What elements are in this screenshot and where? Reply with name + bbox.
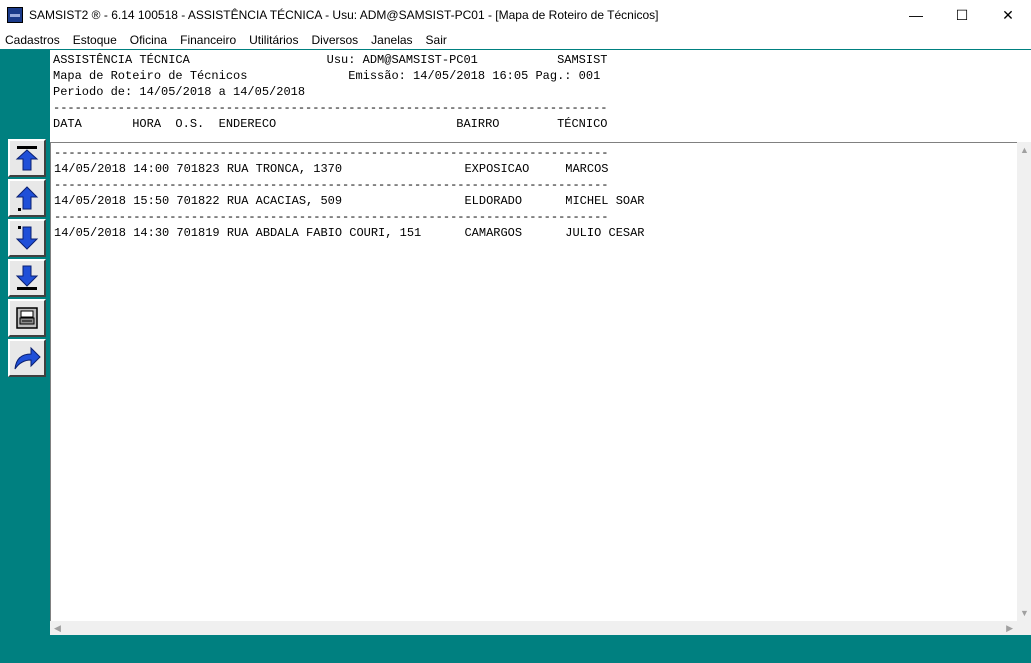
previous-page-button[interactable] [8, 179, 46, 217]
exit-icon [14, 346, 41, 370]
report-header-line2: Mapa de Roteiro de Técnicos Emissão: 14/… [53, 69, 601, 83]
scroll-up-icon[interactable]: ▲ [1020, 145, 1029, 155]
title-bar: SAMSIST2 ® - 6.14 100518 - ASSISTÊNCIA T… [0, 0, 1031, 30]
next-page-button[interactable] [8, 219, 46, 257]
status-bar [0, 636, 1031, 663]
next-page-icon [15, 226, 39, 250]
horizontal-scrollbar[interactable]: ◀ ▶ [50, 621, 1017, 635]
maximize-button[interactable]: ☐ [939, 0, 985, 30]
app-icon [7, 7, 23, 23]
scroll-down-icon[interactable]: ▼ [1020, 608, 1029, 618]
menu-diversos[interactable]: Diversos [305, 33, 365, 47]
report-period: Periodo de: 14/05/2018 a 14/05/2018 [53, 85, 306, 99]
menu-cadastros[interactable]: Cadastros [0, 33, 67, 47]
navigation-toolbar [8, 139, 46, 379]
table-row: 14/05/2018 14:30 701819 RUA ABDALA FABIO… [54, 226, 645, 240]
menu-utilitarios[interactable]: Utilitários [243, 33, 305, 47]
first-page-icon [15, 146, 39, 171]
previous-page-icon [15, 186, 39, 211]
minimize-button[interactable]: — [893, 0, 939, 30]
window-title: SAMSIST2 ® - 6.14 100518 - ASSISTÊNCIA T… [29, 8, 659, 22]
menu-sair[interactable]: Sair [420, 33, 454, 47]
table-row: 14/05/2018 15:50 701822 RUA ACACIAS, 509… [54, 194, 645, 208]
header-separator: ----------------------------------------… [53, 101, 608, 115]
vertical-scrollbar[interactable]: ▲ ▼ [1017, 142, 1031, 621]
close-button[interactable]: ✕ [985, 0, 1031, 30]
report-header-line1: ASSISTÊNCIA TÉCNICA Usu: ADM@SAMSIST-PC0… [53, 53, 608, 67]
print-button[interactable] [8, 299, 46, 337]
column-headers: DATA HORA O.S. ENDERECO BAIRRO TÉCNICO [53, 117, 608, 131]
row-separator: ----------------------------------------… [54, 146, 609, 160]
scrollbar-corner [1017, 621, 1031, 635]
row-separator: ----------------------------------------… [54, 210, 609, 224]
scroll-left-icon[interactable]: ◀ [54, 623, 61, 634]
menu-financeiro[interactable]: Financeiro [174, 33, 243, 47]
table-row: 14/05/2018 14:00 701823 RUA TRONCA, 1370… [54, 162, 609, 176]
last-page-button[interactable] [8, 259, 46, 297]
exit-button[interactable] [8, 339, 46, 377]
scroll-right-icon[interactable]: ▶ [1006, 623, 1013, 634]
menu-estoque[interactable]: Estoque [67, 33, 124, 47]
report-body: ----------------------------------------… [50, 142, 1017, 621]
print-icon [16, 307, 38, 329]
menu-janelas[interactable]: Janelas [365, 33, 419, 47]
window-controls: — ☐ ✕ [893, 0, 1031, 30]
first-page-button[interactable] [8, 139, 46, 177]
menu-bar: Cadastros Estoque Oficina Financeiro Uti… [0, 30, 1031, 49]
menu-oficina[interactable]: Oficina [124, 33, 174, 47]
last-page-icon [15, 265, 39, 290]
row-separator: ----------------------------------------… [54, 178, 609, 192]
report-header: ASSISTÊNCIA TÉCNICA Usu: ADM@SAMSIST-PC0… [50, 50, 1031, 142]
